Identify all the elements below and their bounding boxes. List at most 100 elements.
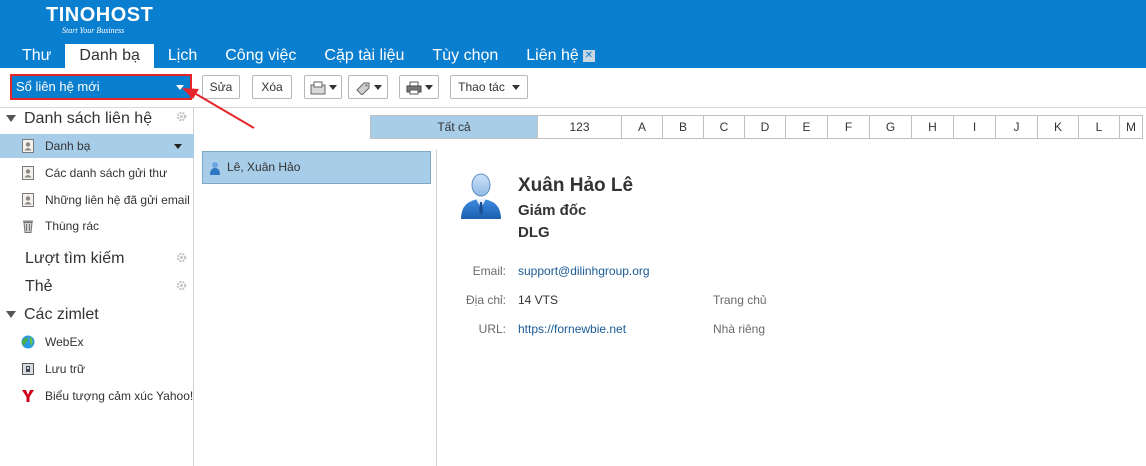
tag-icon [355,82,369,95]
alpha-letter[interactable]: F [828,115,870,139]
tab-contact[interactable]: Liên hệ ✕ [512,44,609,68]
app-tabs: Thư Danh bạ Lịch Công việc Cặp tài liệu … [8,44,609,68]
trash-icon [23,220,33,233]
sidebar: Danh sách liên hệ Danh bạ Các danh sách … [0,108,194,466]
tab-contacts[interactable]: Danh bạ [65,44,154,68]
archive-icon [22,363,34,375]
tab-tasks[interactable]: Công việc [211,44,310,68]
contact-full-name: Xuân Hảo Lê [518,175,634,196]
sidebar-item-trash[interactable]: Thùng rác [0,214,194,238]
searches-section-header[interactable]: Lượt tìm kiếm [25,250,124,268]
sidebar-item-label: Danh bạ [45,139,91,153]
actions-button[interactable]: Thao tác [450,75,528,99]
address-book-icon [22,139,34,153]
url-type: Nhà riêng [713,322,766,336]
delete-button[interactable]: Xóa [252,75,292,99]
tab-label: Liên hệ [526,47,579,64]
webex-globe-icon [21,335,35,349]
gear-icon[interactable] [176,111,187,122]
tab-calendar[interactable]: Lịch [154,44,211,68]
sidebar-item-emailed-contacts[interactable]: Những liên hệ đã gửi email [0,188,194,212]
tab-label: Công việc [225,47,297,64]
sidebar-item-label: Những liên hệ đã gửi email [45,193,190,207]
url-label: URL: [478,322,506,336]
alpha-letter[interactable]: M [1120,115,1143,139]
tag-button[interactable] [348,75,388,99]
sidebar-item-label: Các danh sách gửi thư [45,166,168,180]
printer-icon [406,81,421,95]
sidebar-item-label: Lưu trữ [45,362,86,376]
sidebar-item-yahoo-emoticons[interactable]: Biểu tượng cảm xúc Yahoo! [0,384,194,408]
chevron-down-icon [424,85,433,91]
logo-text: TINOHOST [46,4,154,26]
gear-icon[interactable] [176,280,187,291]
edit-button[interactable]: Sửa [202,75,240,99]
new-contact-label: Sổ liên hệ mới [16,79,100,94]
alpha-letter[interactable]: B [663,115,704,139]
new-contact-button[interactable]: Sổ liên hệ mới [10,74,192,100]
logo-tagline: Start Your Business [62,26,125,35]
contact-name: Lê, Xuân Hảo [227,160,301,174]
contact-avatar-icon [461,173,501,219]
chevron-down-icon[interactable] [176,85,184,90]
alpha-letter[interactable]: G [870,115,912,139]
close-icon[interactable]: ✕ [582,50,595,62]
expand-triangle-icon[interactable] [6,115,16,123]
folder-move-icon [310,81,325,95]
sidebar-item-contacts[interactable]: Danh bạ [0,134,194,158]
alpha-letter[interactable]: I [954,115,996,139]
chevron-down-icon [373,85,382,91]
contact-person-icon [210,162,220,175]
tags-section-header[interactable]: Thẻ [25,278,53,296]
email-link[interactable]: support@dilinhgroup.org [518,264,650,278]
email-label: Email: [472,264,506,278]
alpha-letter[interactable]: D [745,115,786,139]
tab-label: Tùy chọn [432,47,499,64]
chevron-down-icon [511,85,520,91]
top-header: TINOHOST Start Your Business Thư Danh bạ… [0,0,1146,68]
gear-icon[interactable] [176,252,187,263]
sidebar-item-label: Biểu tượng cảm xúc Yahoo! [45,389,194,403]
toolbar: Sổ liên hệ mới Sửa Xóa Thao tác [0,68,1146,108]
brand-logo[interactable]: TINOHOST Start Your Business [46,4,153,35]
yahoo-y-icon [22,390,34,402]
alpha-numbers[interactable]: 123 [538,115,622,139]
tab-label: Cặp tài liệu [324,47,405,64]
contact-job-title: Giám đốc [518,202,587,219]
alpha-letter[interactable]: L [1079,115,1120,139]
alphabet-filter-bar: Tất cả 123 A B C D E F G H I J K L M [370,115,1143,139]
actions-label: Thao tác [458,80,505,94]
tab-briefcase[interactable]: Cặp tài liệu [310,44,418,68]
alpha-letter[interactable]: J [996,115,1038,139]
tab-label: Thư [22,47,52,64]
alpha-all[interactable]: Tất cả [370,115,538,139]
alpha-letter[interactable]: C [704,115,745,139]
contact-list: Lê, Xuân Hảo [200,150,437,466]
move-button[interactable] [304,75,342,99]
alpha-letter[interactable]: E [786,115,828,139]
tab-label: Lịch [167,47,198,64]
alpha-letter[interactable]: H [912,115,954,139]
zimlets-section-header[interactable]: Các zimlet [6,306,99,324]
address-value: 14 VTS [518,293,559,307]
contacts-section-header[interactable]: Danh sách liên hệ [6,110,152,128]
sidebar-item-webex[interactable]: WebEx [0,330,194,354]
tab-label: Danh bạ [79,47,140,64]
list-item[interactable]: Lê, Xuân Hảo [202,151,431,184]
sidebar-item-archive[interactable]: Lưu trữ [0,357,194,381]
address-label: Địa chỉ: [465,293,506,307]
address-type: Trang chủ [713,293,767,307]
edit-label: Sửa [209,80,233,94]
expand-triangle-icon[interactable] [6,311,16,319]
tab-mail[interactable]: Thư [8,44,65,68]
print-button[interactable] [399,75,439,99]
contact-company: DLG [518,224,550,241]
tab-preferences[interactable]: Tùy chọn [418,44,512,68]
alpha-letter[interactable]: A [622,115,663,139]
chevron-down-icon[interactable] [174,144,182,149]
url-link[interactable]: https://fornewbie.net [518,322,626,336]
sidebar-item-label: WebEx [45,335,84,349]
sidebar-item-mailing-lists[interactable]: Các danh sách gửi thư [0,161,194,185]
alpha-letter[interactable]: K [1038,115,1079,139]
delete-label: Xóa [261,80,283,94]
